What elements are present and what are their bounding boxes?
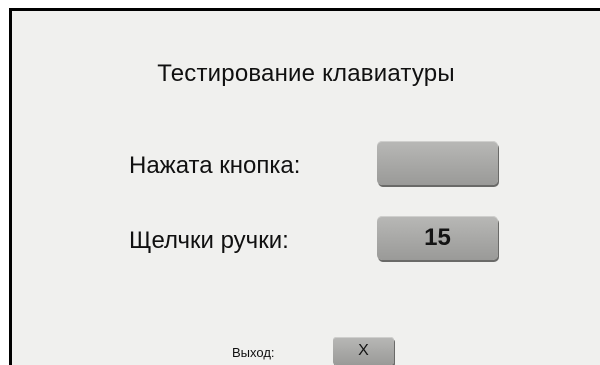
pressed-key-label: Нажата кнопка: [129, 152, 301, 179]
exit-button[interactable]: X [333, 337, 394, 365]
knob-clicks-display: 15 [377, 216, 498, 260]
exit-label: Выход: [232, 345, 275, 360]
pressed-key-display [377, 141, 498, 185]
knob-clicks-label: Щелчки ручки: [129, 227, 289, 254]
page-title: Тестирование клавиатуры [157, 60, 455, 87]
keyboard-test-screen: Тестирование клавиатуры Нажата кнопка: Щ… [9, 8, 600, 365]
